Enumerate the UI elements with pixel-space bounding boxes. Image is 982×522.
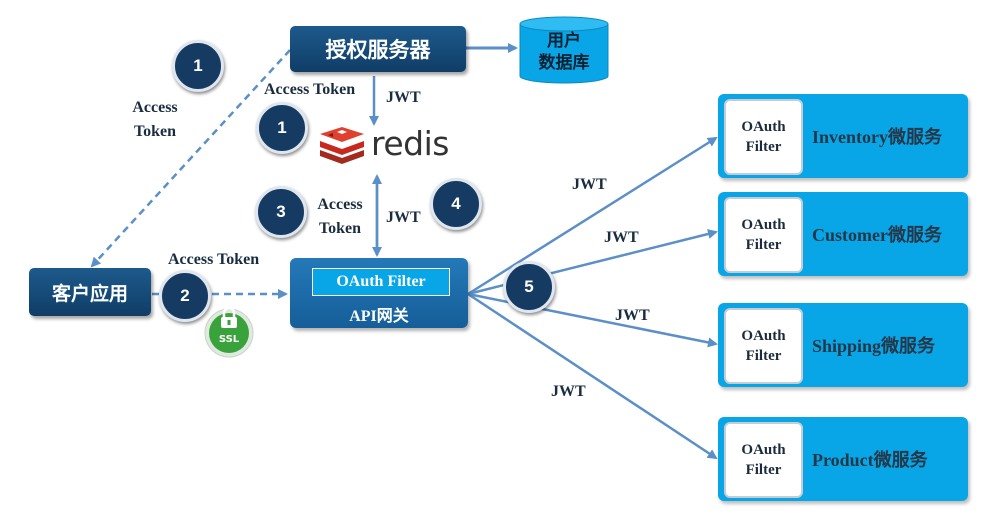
auth-server-box: 授权服务器 (290, 26, 466, 72)
product-service-box: OAuth Filter Product微服务 (718, 417, 968, 501)
access-token-3-line1: Access (317, 196, 363, 213)
auth-server-label: 授权服务器 (325, 38, 431, 62)
api-gateway-label: API网关 (349, 308, 409, 325)
step-1-circle: 1 (172, 40, 224, 92)
step-5-circle: 5 (503, 261, 555, 313)
jwt-shipping-label: JWT (615, 307, 650, 324)
access-token-1a-line1: Access (132, 99, 178, 116)
inventory-filter-line1: OAuth (741, 119, 786, 135)
step-4-circle: 4 (430, 178, 482, 230)
customer-oauth-filter: OAuth Filter (724, 197, 803, 273)
ssl-badge-icon (204, 306, 254, 358)
inventory-oauth-filter: OAuth Filter (724, 99, 803, 175)
inventory-filter-line2: Filter (745, 139, 782, 155)
product-filter-line1: OAuth (741, 442, 786, 458)
ssl-badge-label: SSL (218, 334, 240, 345)
step-2-circle: 2 (159, 270, 211, 322)
gateway-oauth-filter: OAuth Filter (312, 268, 450, 296)
access-token-label-2: Access Token (168, 251, 260, 268)
step-3-circle: 3 (255, 186, 307, 238)
shipping-service-box: OAuth Filter Shipping微服务 (718, 303, 968, 387)
shipping-filter-line2: Filter (745, 348, 782, 364)
access-token-3-line2: Token (318, 220, 362, 237)
inventory-service-label: Inventory微服务 (812, 127, 942, 147)
gateway-to-inventory-arrow (467, 136, 718, 296)
product-service-label: Product微服务 (812, 450, 928, 470)
access-token-label-3: Access Token (305, 193, 375, 241)
client-app-box: 客户应用 (29, 268, 151, 316)
jwt-product-label: JWT (551, 383, 586, 400)
step-1b-circle: 1 (256, 102, 308, 154)
shipping-filter-line1: OAuth (741, 328, 786, 344)
customer-service-box: OAuth Filter Customer微服务 (718, 192, 968, 276)
api-gateway-box: OAuth Filter API网关 (290, 258, 468, 328)
user-database-label: 用户 数据库 (520, 30, 608, 74)
redis-label: redis (371, 124, 449, 163)
jwt-auth-redis-label: JWT (386, 89, 421, 106)
inventory-service-box: OAuth Filter Inventory微服务 (718, 94, 968, 178)
product-oauth-filter: OAuth Filter (724, 422, 803, 498)
user-database-line2: 数据库 (538, 53, 590, 73)
customer-service-label: Customer微服务 (812, 225, 942, 245)
access-token-1a-line2: Token (133, 123, 177, 140)
customer-filter-line2: Filter (745, 237, 782, 253)
client-app-label: 客户应用 (51, 282, 128, 305)
product-filter-line2: Filter (745, 462, 782, 478)
oauth-architecture-diagram: 授权服务器 用户 数据库 redis 客户应用 OAuth Filter API… (0, 0, 982, 522)
shipping-oauth-filter: OAuth Filter (724, 308, 803, 384)
jwt-inventory-label: JWT (572, 176, 607, 193)
access-token-label-1a: Access Token (120, 96, 190, 144)
shipping-service-label: Shipping微服务 (812, 336, 936, 356)
gateway-oauth-filter-label: OAuth Filter (336, 273, 426, 290)
jwt-customer-label: JWT (604, 229, 639, 246)
customer-filter-line1: OAuth (741, 217, 786, 233)
redis-logo-icon (320, 127, 364, 164)
user-database-line1: 用户 (547, 31, 581, 51)
jwt-step4-label: JWT (386, 209, 421, 226)
access-token-label-1b: Access Token (264, 81, 356, 98)
